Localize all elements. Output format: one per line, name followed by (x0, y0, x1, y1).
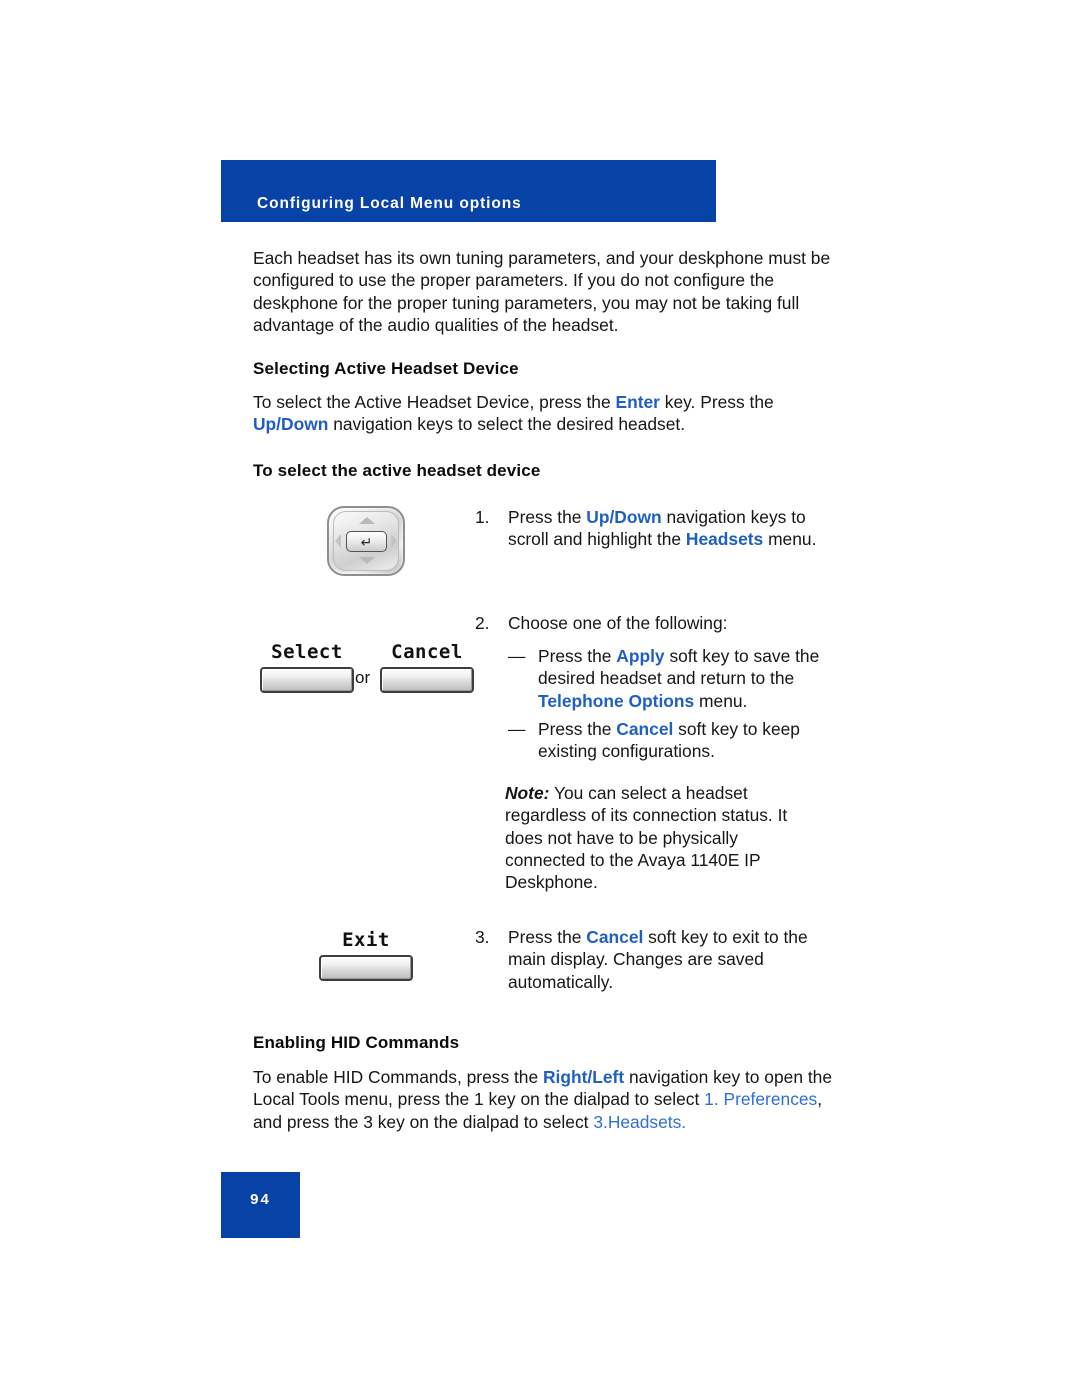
running-header-band: Configuring Local Menu options (221, 160, 716, 222)
enter-key-button: ↵ (346, 531, 387, 552)
bullet-2-text-part-1: Press the (538, 719, 617, 739)
heading-selecting-active-headset-device: Selecting Active Headset Device (253, 359, 519, 379)
softkey-exit-graphic: Exit (319, 929, 413, 981)
step-1-text-part-1: Press the (508, 507, 587, 527)
arrow-up-icon (359, 517, 375, 524)
step-2-number: 2. (475, 613, 490, 633)
step-3-softkey-cancel: Cancel (586, 927, 644, 947)
hid-link-preferences[interactable]: 1. Preferences (704, 1089, 817, 1109)
navigation-key-cluster-image: ↵ (327, 506, 405, 576)
step-1-number: 1. (475, 507, 490, 527)
step-1-text: Press the Up/Down navigation keys to scr… (508, 506, 833, 551)
softkey-cancel-button (380, 667, 474, 693)
arrow-left-icon (335, 534, 341, 548)
bullet-1-text-part-1: Press the (538, 646, 617, 666)
intro-paragraph: Each headset has its own tuning paramete… (253, 248, 831, 335)
key-enter-label: Enter (615, 392, 660, 413)
softkey-or-separator: or (355, 668, 371, 687)
selecting-intro-paragraph: To select the Active Headset Device, pre… (253, 391, 833, 436)
step-1-menu-headsets: Headsets (685, 529, 764, 550)
bullet-1-text-part-3: menu. (694, 690, 748, 711)
key-up-down-label: Up/Down (253, 414, 329, 435)
arrow-down-icon (359, 557, 375, 564)
bullet-2-text: Press the Cancel soft key to keep existi… (538, 718, 838, 763)
arrow-right-icon (391, 534, 397, 548)
note-block: Note: You can select a headset regardles… (505, 782, 805, 893)
step-3-text: Press the Cancel soft key to exit to the… (508, 926, 833, 993)
running-header-title: Configuring Local Menu options (257, 195, 522, 212)
enter-arrow-icon: ↵ (360, 533, 373, 550)
softkey-select-button (260, 667, 354, 693)
softkey-cancel-label: Cancel (391, 641, 463, 663)
hid-link-headsets[interactable]: 3.Headsets. (593, 1112, 686, 1132)
selecting-intro-text-3: navigation keys to select the desired he… (328, 414, 686, 435)
selecting-intro-text-2: key. Press the (659, 392, 774, 413)
bullet-1-dash: — (508, 646, 526, 666)
step-2-text: Choose one of the following: (508, 613, 728, 633)
heading-enabling-hid-commands: Enabling HID Commands (253, 1033, 460, 1052)
bullet-1-text: Press the Apply soft key to save the des… (538, 645, 838, 712)
bullet-2-dash: — (508, 719, 526, 739)
softkey-select-label: Select (271, 641, 343, 663)
softkey-exit-button (319, 955, 413, 981)
bullet-1-menu-telephone-options: Telephone Options (538, 690, 695, 711)
step-3-text-part-1: Press the (508, 927, 587, 947)
step-1-key-up-down: Up/Down (586, 507, 662, 527)
softkey-cancel-graphic: Cancel (380, 641, 474, 693)
softkey-exit-label: Exit (342, 929, 390, 951)
step-3-number: 3. (475, 927, 490, 947)
note-lead-label: Note: (505, 783, 550, 803)
softkey-select-graphic: Select (260, 641, 354, 693)
footer-page-number-box: 94 (221, 1172, 300, 1238)
step-1-text-part-3: menu. (763, 529, 817, 550)
page-number: 94 (250, 1191, 271, 1208)
hid-commands-paragraph: To enable HID Commands, press the Right/… (253, 1066, 833, 1133)
hid-key-right-left: Right/Left (542, 1067, 625, 1087)
page-content: Each headset has its own tuning paramete… (253, 247, 833, 481)
bullet-1-softkey-apply: Apply (616, 646, 665, 666)
section-enabling-hid-commands: Enabling HID Commands To enable HID Comm… (253, 1033, 833, 1133)
bullet-2-softkey-cancel: Cancel (616, 719, 674, 739)
heading-to-select-active-headset-device: To select the active headset device (253, 460, 541, 480)
selecting-intro-text-1: To select the Active Headset Device, pre… (253, 392, 616, 413)
hid-text-part-1: To enable HID Commands, press the (253, 1067, 543, 1087)
